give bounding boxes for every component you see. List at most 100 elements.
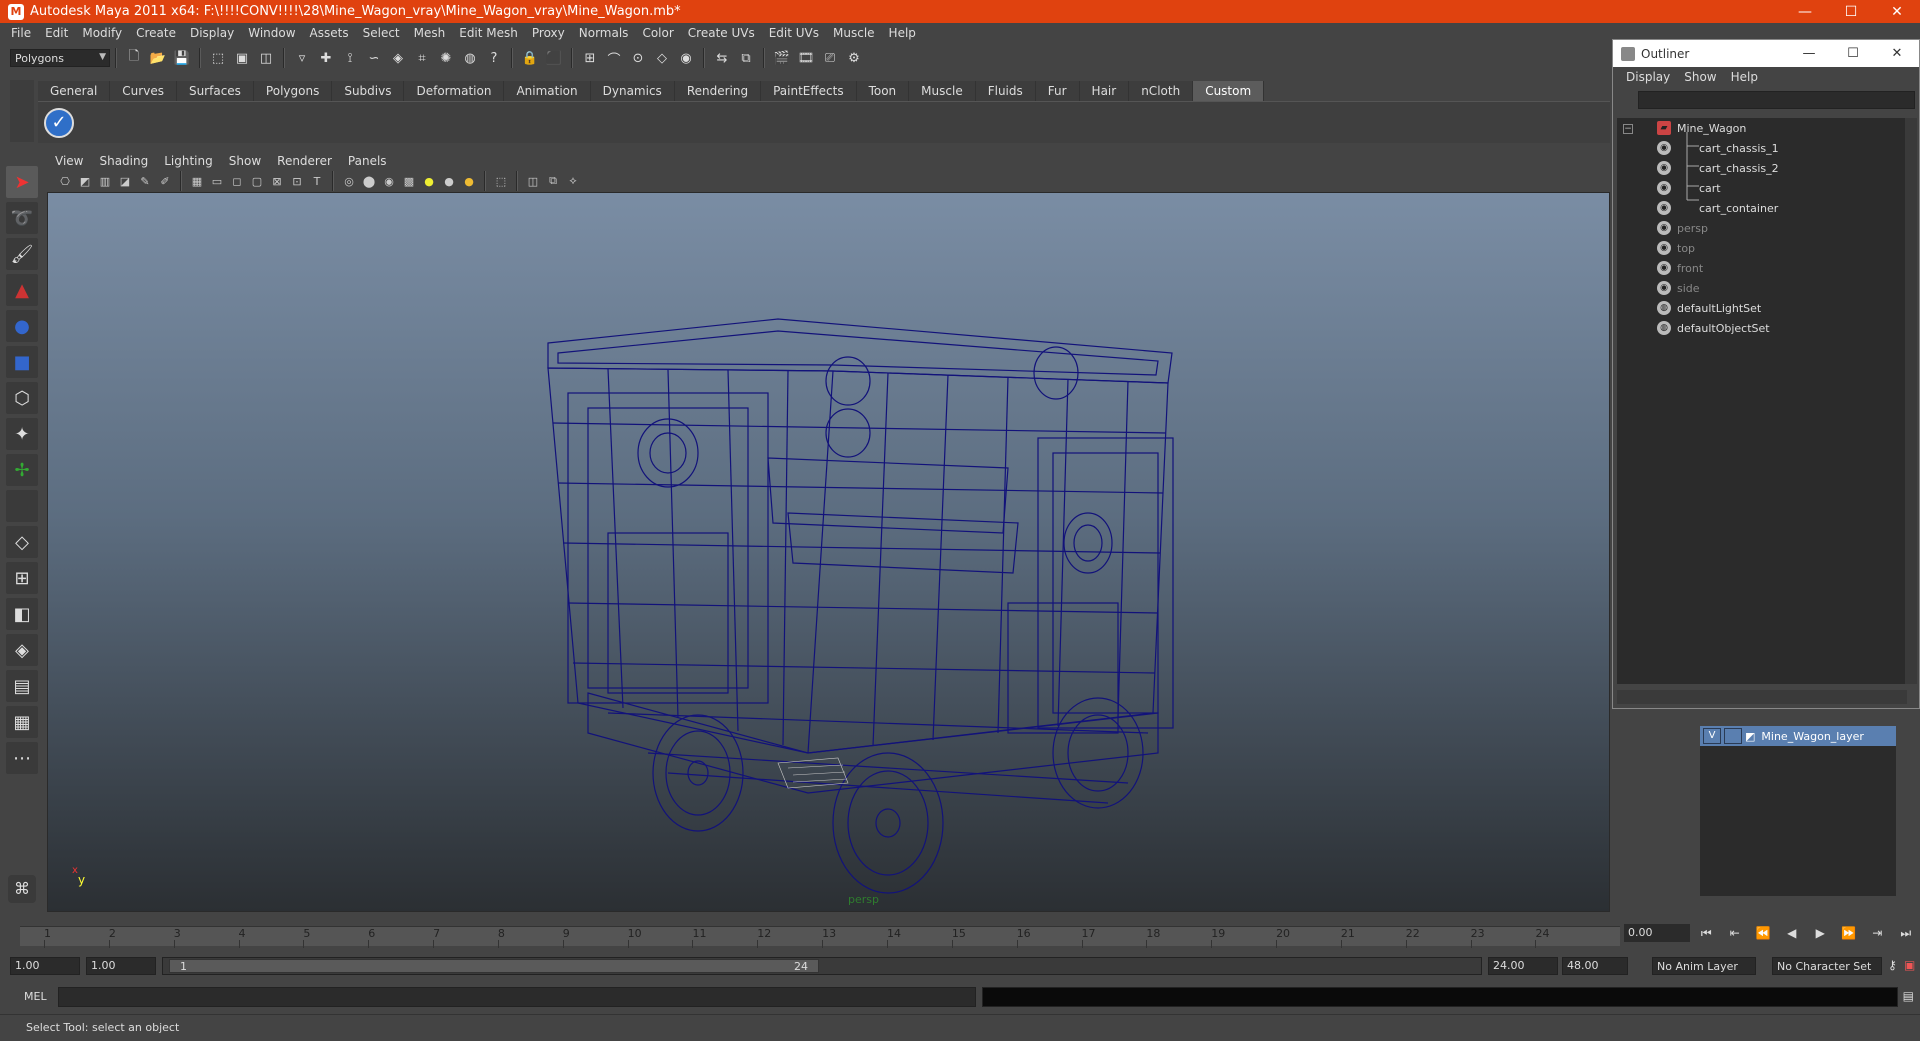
camera-attributes-icon[interactable]: ◩ bbox=[76, 172, 94, 190]
default-light-icon[interactable]: ● bbox=[460, 172, 478, 190]
outliner-item-persp[interactable]: ◉ persp bbox=[1657, 218, 1708, 238]
menu-create[interactable]: Create bbox=[129, 26, 183, 40]
tab-general[interactable]: General bbox=[38, 81, 111, 101]
outliner-maximize-button[interactable]: ☐ bbox=[1831, 46, 1875, 61]
grid-icon[interactable]: ▦ bbox=[188, 172, 206, 190]
persp-outliner-layout-icon[interactable]: ◧ bbox=[6, 598, 38, 630]
key-icon[interactable]: ⚷ bbox=[1888, 958, 1897, 972]
menu-display[interactable]: Display bbox=[183, 26, 241, 40]
select-component-icon[interactable]: ◫ bbox=[255, 47, 277, 69]
two-d-pan-zoom-icon[interactable]: ✎ bbox=[136, 172, 154, 190]
go-to-start-icon[interactable]: ⏮ bbox=[1694, 924, 1718, 942]
menu-muscle[interactable]: Muscle bbox=[826, 26, 882, 40]
tab-polygons[interactable]: Polygons bbox=[253, 81, 333, 101]
persp-graph-layout-icon[interactable]: ◈ bbox=[6, 634, 38, 666]
tab-curves[interactable]: Curves bbox=[110, 81, 177, 101]
use-all-lights-icon[interactable]: ● bbox=[420, 172, 438, 190]
tab-toon[interactable]: Toon bbox=[856, 81, 910, 101]
film-gate-icon[interactable]: ▭ bbox=[208, 172, 226, 190]
end-time-field[interactable]: 48.00 bbox=[1562, 957, 1628, 975]
select-dynamics-icon[interactable]: ✺ bbox=[435, 47, 457, 69]
playback-end-field[interactable]: 24.00 bbox=[1488, 957, 1558, 975]
layer-visibility-toggle[interactable]: V bbox=[1703, 728, 1721, 744]
shadows-icon[interactable]: ● bbox=[440, 172, 458, 190]
menu-window[interactable]: Window bbox=[241, 26, 302, 40]
xray-joints-icon[interactable]: ⧉ bbox=[544, 172, 562, 190]
make-live-icon[interactable]: ◉ bbox=[675, 47, 697, 69]
backface-culling-icon[interactable]: ⟡ bbox=[564, 172, 582, 190]
safe-action-icon[interactable]: ⊡ bbox=[288, 172, 306, 190]
show-manipulator-icon[interactable]: ✢ bbox=[6, 454, 38, 486]
construction-history-icon[interactable]: ⧉ bbox=[735, 47, 757, 69]
layer-display-type-toggle[interactable] bbox=[1724, 728, 1742, 744]
textured-icon[interactable]: ▩ bbox=[400, 172, 418, 190]
panel-menu-view[interactable]: View bbox=[47, 154, 91, 168]
selection-mask-icon[interactable]: ▿ bbox=[291, 47, 313, 69]
paint-select-tool-icon[interactable]: 🖌 bbox=[6, 238, 38, 270]
outliner-menu-help[interactable]: Help bbox=[1724, 70, 1765, 84]
outliner-horizontal-scrollbar[interactable] bbox=[1617, 690, 1907, 704]
render-settings-icon[interactable]: ⚙ bbox=[843, 47, 865, 69]
minimize-button[interactable]: — bbox=[1782, 0, 1828, 23]
playback-start-field[interactable]: 1.00 bbox=[86, 957, 156, 975]
outliner-item-cart[interactable]: ◉ cart bbox=[1657, 178, 1721, 198]
select-curves-icon[interactable]: ∽ bbox=[363, 47, 385, 69]
range-slider-track[interactable]: 1 24 bbox=[162, 957, 1482, 975]
new-scene-icon[interactable]: 🗋 bbox=[123, 47, 145, 69]
menu-normals[interactable]: Normals bbox=[572, 26, 636, 40]
persp-hypershade-layout-icon[interactable]: ▦ bbox=[6, 706, 38, 738]
select-tool-icon[interactable]: ➤ bbox=[6, 166, 38, 198]
tab-deformation[interactable]: Deformation bbox=[404, 81, 505, 101]
select-hierarchy-icon[interactable]: ⬚ bbox=[207, 47, 229, 69]
wireframe-on-shaded-icon[interactable]: ◉ bbox=[380, 172, 398, 190]
step-back-key-icon[interactable]: ⏪ bbox=[1751, 924, 1775, 942]
outliner-minimize-button[interactable]: — bbox=[1787, 46, 1831, 61]
step-back-frame-icon[interactable]: ⇤ bbox=[1723, 924, 1747, 942]
menu-mesh[interactable]: Mesh bbox=[407, 26, 453, 40]
close-button[interactable]: ✕ bbox=[1874, 0, 1920, 23]
save-scene-icon[interactable]: 💾 bbox=[171, 47, 193, 69]
select-object-icon[interactable]: ▣ bbox=[231, 47, 253, 69]
menu-edit[interactable]: Edit bbox=[38, 26, 75, 40]
tab-fur[interactable]: Fur bbox=[1035, 81, 1080, 101]
input-output-icon[interactable]: ⇆ bbox=[711, 47, 733, 69]
animation-preferences-icon[interactable]: ▣ bbox=[1904, 958, 1915, 972]
step-forward-key-icon[interactable]: ⏩ bbox=[1837, 924, 1861, 942]
menu-set-dropdown[interactable]: Polygons ▼ bbox=[10, 49, 110, 67]
checkmark-icon[interactable]: ✓ bbox=[44, 108, 74, 138]
tab-painteffects[interactable]: PaintEffects bbox=[761, 81, 857, 101]
outliner-menu-show[interactable]: Show bbox=[1677, 70, 1723, 84]
current-frame-field[interactable]: 0.00 bbox=[1624, 924, 1690, 942]
select-deformations-icon[interactable]: ⌗ bbox=[411, 47, 433, 69]
select-camera-icon[interactable]: ⎔ bbox=[56, 172, 74, 190]
four-view-layout-icon[interactable]: ⊞ bbox=[6, 562, 38, 594]
tab-dynamics[interactable]: Dynamics bbox=[590, 81, 675, 101]
tab-subdivs[interactable]: Subdivs bbox=[332, 81, 405, 101]
anim-layer-dropdown[interactable]: No Anim Layer bbox=[1652, 957, 1756, 975]
outliner-item-default-light-set[interactable]: ◍ defaultLightSet bbox=[1657, 298, 1761, 318]
menu-create-uvs[interactable]: Create UVs bbox=[681, 26, 762, 40]
tab-animation[interactable]: Animation bbox=[504, 81, 591, 101]
lasso-tool-icon[interactable]: ➰ bbox=[6, 202, 38, 234]
snap-curve-icon[interactable]: ⌒ bbox=[603, 47, 625, 69]
play-forward-icon[interactable]: ▶ bbox=[1808, 924, 1832, 942]
command-language-label[interactable]: MEL bbox=[24, 990, 47, 1003]
menu-proxy[interactable]: Proxy bbox=[525, 26, 572, 40]
image-plane-icon[interactable]: ◪ bbox=[116, 172, 134, 190]
outliner-item-default-object-set[interactable]: ◍ defaultObjectSet bbox=[1657, 318, 1770, 338]
mine-wagon-wireframe[interactable] bbox=[48, 193, 1610, 912]
lasso-icon[interactable]: ⌘ bbox=[8, 875, 36, 903]
render-view-icon[interactable]: 🎬 bbox=[771, 47, 793, 69]
panel-menu-panels[interactable]: Panels bbox=[340, 154, 395, 168]
outliner-item-side[interactable]: ◉ side bbox=[1657, 278, 1700, 298]
highlight-selection-icon[interactable]: ⬛ bbox=[543, 47, 565, 69]
smooth-shade-icon[interactable]: ⬤ bbox=[360, 172, 378, 190]
time-slider[interactable]: 1 2 3 4 5 6 7 8 9 10 11 12 13 14 15 16 17 18 19 20 21 22 23 24 bbox=[10, 918, 1620, 948]
outliner-search-input[interactable] bbox=[1638, 91, 1915, 109]
xray-icon[interactable]: ◫ bbox=[524, 172, 542, 190]
menu-select[interactable]: Select bbox=[356, 26, 407, 40]
outliner-item-top[interactable]: ◉ top bbox=[1657, 238, 1695, 258]
open-scene-icon[interactable]: 📂 bbox=[147, 47, 169, 69]
select-surfaces-icon[interactable]: ◈ bbox=[387, 47, 409, 69]
resolution-gate-icon[interactable]: ◻ bbox=[228, 172, 246, 190]
